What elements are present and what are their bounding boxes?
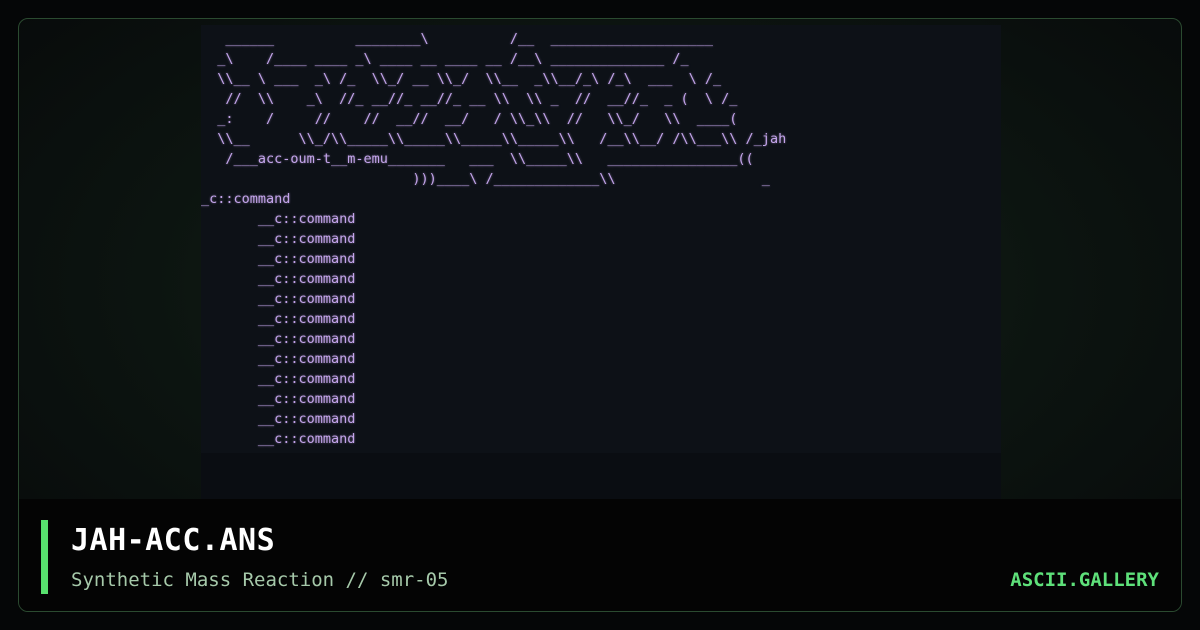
card-frame: ______ ________\ /__ ___________________…: [18, 18, 1182, 612]
artwork-bottom-shade: [201, 453, 1001, 501]
accent-bar: [41, 520, 48, 594]
artwork-subtitle: Synthetic Mass Reaction // smr-05: [71, 569, 449, 591]
site-brand[interactable]: ASCII.GALLERY: [1010, 569, 1159, 591]
artwork-title: JAH-ACC.ANS: [71, 523, 276, 558]
caption-bar: JAH-ACC.ANS Synthetic Mass Reaction // s…: [19, 499, 1181, 611]
ascii-artwork-panel: ______ ________\ /__ ___________________…: [201, 25, 1001, 501]
ascii-artwork-text: ______ ________\ /__ ___________________…: [201, 31, 787, 447]
